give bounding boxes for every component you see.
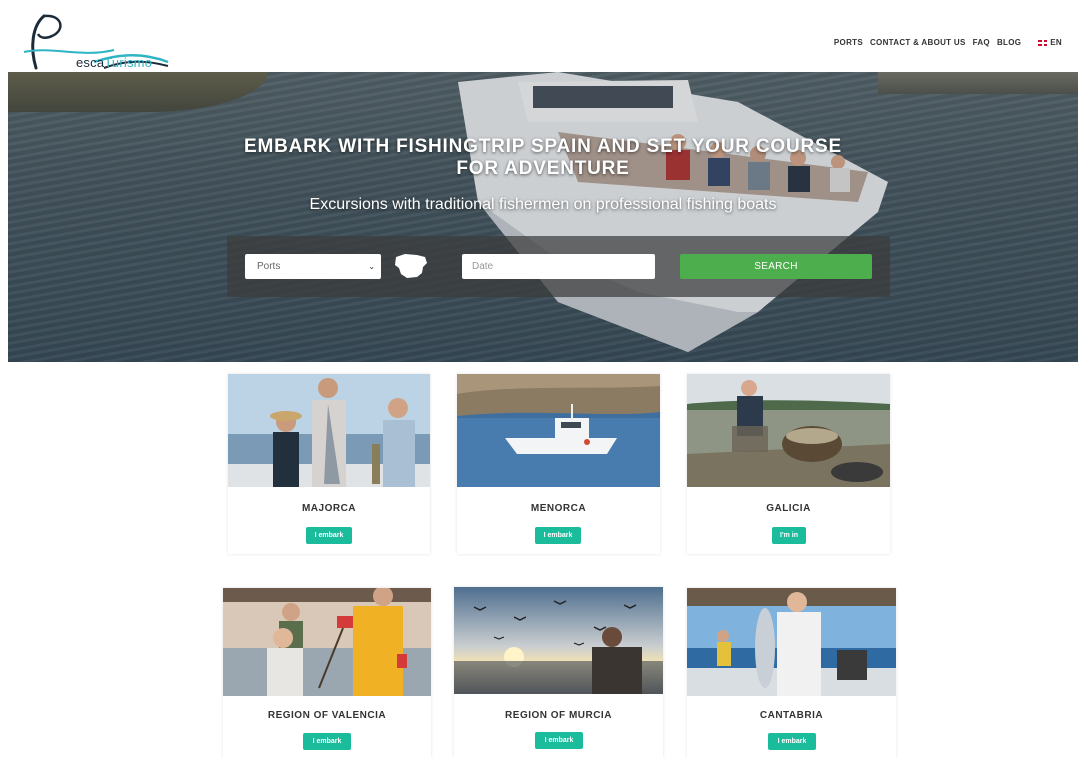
card-title: MAJORCA [301,503,357,514]
hero-subtitle: Excursions with traditional fishermen on… [309,196,777,213]
hero-banner: EMBARK WITH FISHINGTRIP SPAIN AND SET YO… [8,72,1078,362]
date-input[interactable]: Date [462,254,655,279]
language-selector[interactable]: EN [1038,38,1062,47]
destination-card-menorca[interactable]: MENORCA I embark [457,374,660,554]
embark-button[interactable]: I embark [306,527,352,544]
galicia-photo [687,374,890,487]
card-title: REGION OF VALENCIA [267,710,387,721]
logo-text: escaTurismo [76,55,153,70]
nav-ports[interactable]: PORTS [834,38,863,47]
card-title: REGION OF MURCIA [505,710,612,721]
card-title: GALICIA [766,503,811,514]
nav-contact-about[interactable]: CONTACT & ABOUT US [870,38,966,47]
site-header: escaTurismo PORTS CONTACT & ABOUT US FAQ… [0,0,1078,72]
ports-select-value: Ports [257,261,281,272]
main-nav: PORTS CONTACT & ABOUT US FAQ BLOG EN [834,38,1062,47]
im-in-button[interactable]: I'm in [772,527,806,544]
search-button[interactable]: SEARCH [680,254,872,279]
card-title: MENORCA [530,503,587,514]
hero-title: EMBARK WITH FISHINGTRIP SPAIN AND SET YO… [244,136,842,179]
cantabria-photo [687,588,896,696]
spain-map-icon[interactable] [393,251,429,281]
destination-card-valencia[interactable]: REGION OF VALENCIA I embark [223,588,431,758]
uk-flag-icon [1038,39,1048,46]
menorca-photo [457,374,660,487]
embark-button[interactable]: I embark [535,732,583,749]
search-bar: Ports ⌄ Date SEARCH [227,236,890,297]
hero-overlay [8,72,1078,362]
destination-card-murcia[interactable]: REGION OF MURCIA I embark [454,587,663,758]
pescaturismo-logo[interactable]: escaTurismo [22,12,172,72]
language-label: EN [1050,38,1062,47]
majorca-photo [228,374,430,487]
destination-card-majorca[interactable]: MAJORCA I embark [228,374,430,554]
chevron-down-icon: ⌄ [368,262,375,271]
embark-button[interactable]: I embark [303,733,351,750]
nav-faq[interactable]: FAQ [973,38,990,47]
card-title: CANTABRIA [759,710,824,721]
embark-button[interactable]: I embark [535,527,581,544]
destination-card-cantabria[interactable]: CANTABRIA I embark [687,588,896,758]
valencia-photo [223,588,431,696]
destination-card-galicia[interactable]: GALICIA I'm in [687,374,890,554]
nav-blog[interactable]: BLOG [997,38,1021,47]
embark-button[interactable]: I embark [768,733,816,750]
murcia-photo [454,587,663,694]
ports-select[interactable]: Ports ⌄ [245,254,381,279]
